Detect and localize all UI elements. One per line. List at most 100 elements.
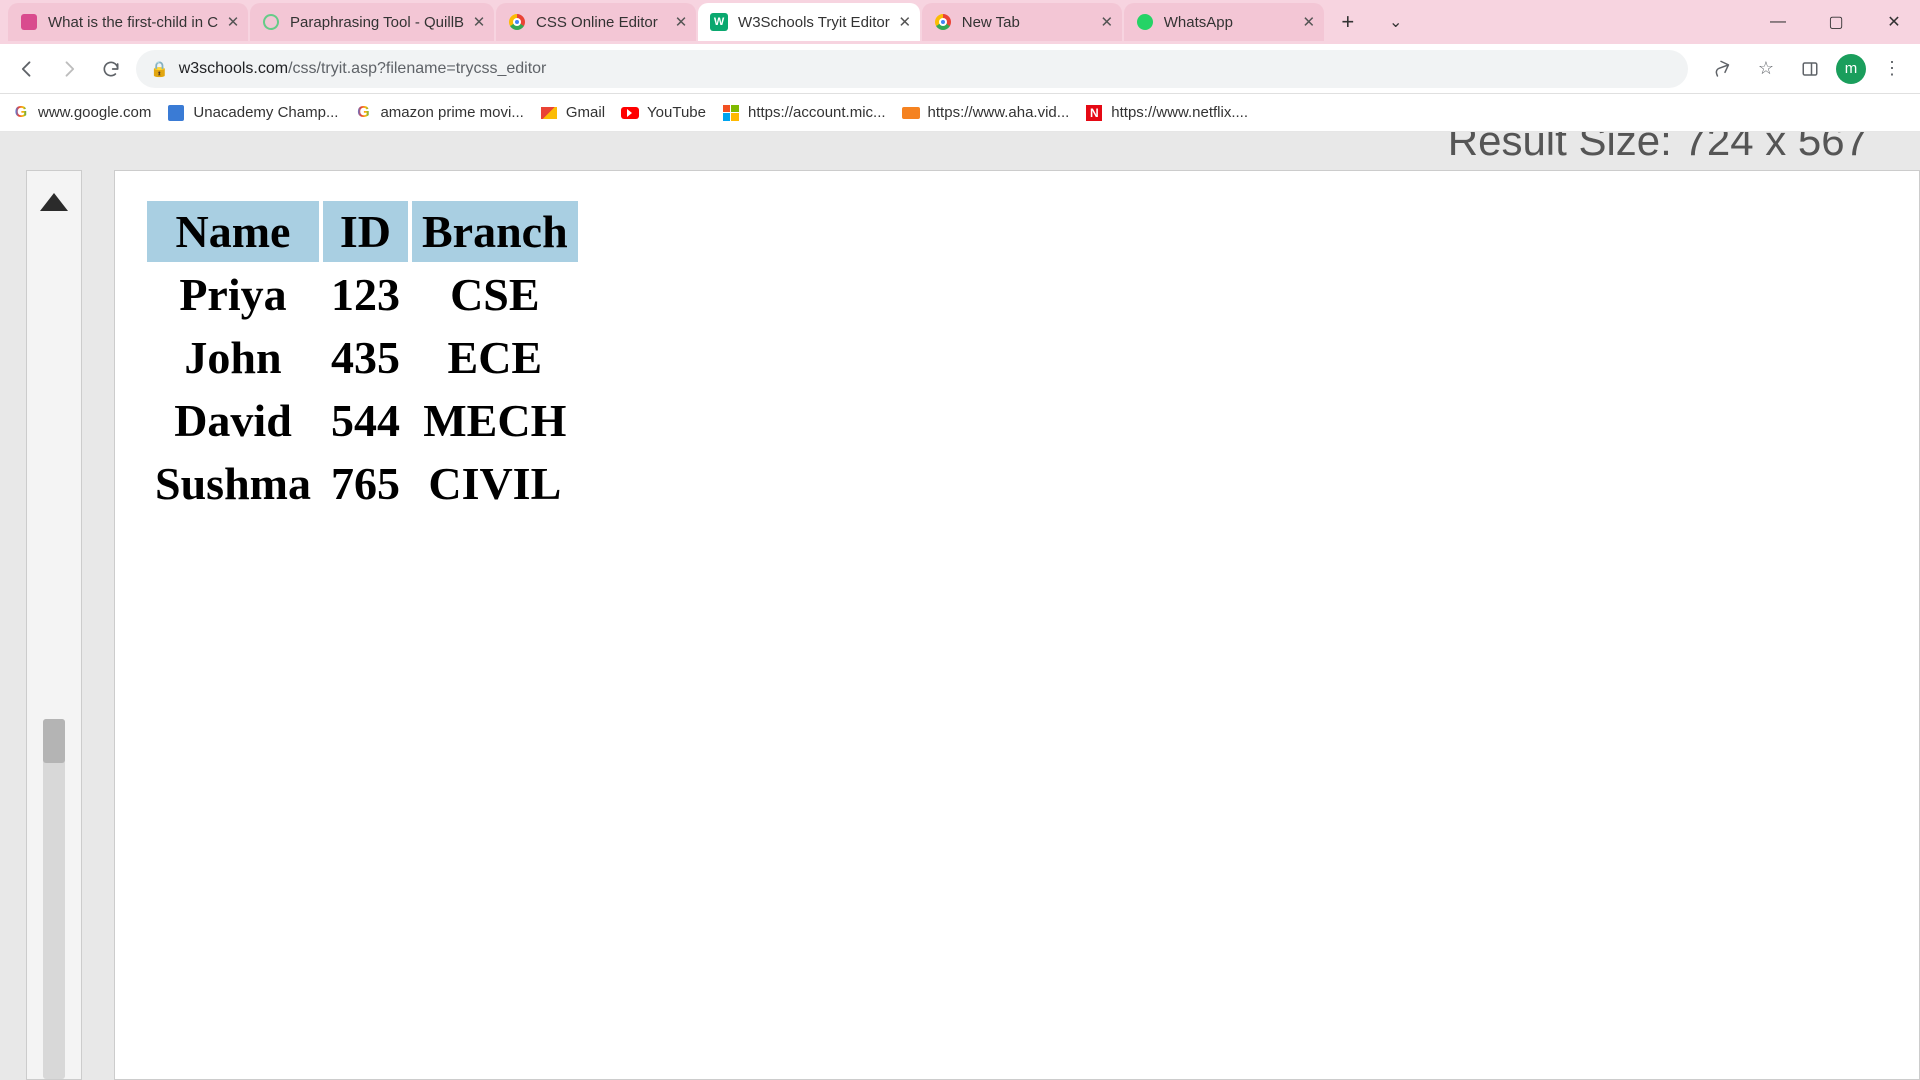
- bookmark-netflix[interactable]: Nhttps://www.netflix....: [1085, 104, 1248, 122]
- col-id: ID: [323, 201, 408, 262]
- bookmarks-bar: Gwww.google.com Unacademy Champ... Gamaz…: [0, 94, 1920, 132]
- arrow-right-icon: [59, 59, 79, 79]
- result-size-bar: Result Size: 724 x 567: [0, 132, 1920, 170]
- favicon-pink-icon: [20, 13, 38, 31]
- cell-branch: MECH: [412, 390, 578, 451]
- page-content: Result Size: 724 x 567 Name ID Branch Pr…: [0, 132, 1920, 1080]
- tab-label: CSS Online Editor: [536, 14, 666, 31]
- tab-whatsapp[interactable]: WhatsApp ✕: [1124, 3, 1324, 41]
- browser-toolbar: 🔒 w3schools.com/css/tryit.asp?filename=t…: [0, 44, 1920, 94]
- cell-name: John: [147, 327, 319, 388]
- side-panel-button[interactable]: [1792, 51, 1828, 87]
- tab-first-child[interactable]: What is the first-child in C ✕: [8, 3, 248, 41]
- arrow-left-icon: [17, 59, 37, 79]
- cell-id: 544: [323, 390, 408, 451]
- bookmark-label: https://account.mic...: [748, 104, 886, 121]
- cell-name: Priya: [147, 264, 319, 325]
- result-pane: Name ID Branch Priya 123 CSE John 435 EC…: [114, 170, 1920, 1080]
- bookmark-google[interactable]: Gwww.google.com: [12, 104, 151, 122]
- favicon-quill-icon: [262, 13, 280, 31]
- tab-w3schools[interactable]: W W3Schools Tryit Editor ✕: [698, 3, 920, 41]
- minimize-button[interactable]: —: [1758, 2, 1798, 42]
- favicon-whatsapp-icon: [1136, 13, 1154, 31]
- bookmark-label: https://www.aha.vid...: [928, 104, 1070, 121]
- close-icon[interactable]: ✕: [672, 13, 690, 31]
- table-row: Priya 123 CSE: [147, 264, 578, 325]
- cell-id: 765: [323, 453, 408, 514]
- url-host: w3schools.com: [179, 60, 288, 77]
- cell-id: 123: [323, 264, 408, 325]
- table-row: Sushma 765 CIVIL: [147, 453, 578, 514]
- bookmark-unacademy[interactable]: Unacademy Champ...: [167, 104, 338, 122]
- gmail-icon: [540, 104, 558, 122]
- close-icon[interactable]: ✕: [1098, 13, 1116, 31]
- col-branch: Branch: [412, 201, 578, 262]
- bookmark-gmail[interactable]: Gmail: [540, 104, 605, 122]
- reload-icon: [101, 59, 121, 79]
- url-path: /css/tryit.asp?filename=trycss_editor: [288, 60, 546, 77]
- bookmark-label: YouTube: [647, 104, 706, 121]
- netflix-icon: N: [1085, 104, 1103, 122]
- cell-branch: CSE: [412, 264, 578, 325]
- cell-branch: CIVIL: [412, 453, 578, 514]
- chrome-menu-button[interactable]: ⋮: [1874, 51, 1910, 87]
- tab-label: Paraphrasing Tool - QuillB: [290, 14, 464, 31]
- tab-label: What is the first-child in C: [48, 14, 218, 31]
- share-icon: [1712, 59, 1732, 79]
- profile-avatar[interactable]: m: [1836, 54, 1866, 84]
- lock-icon: 🔒: [150, 60, 169, 78]
- bookmark-label: www.google.com: [38, 104, 151, 121]
- bookmark-microsoft[interactable]: https://account.mic...: [722, 104, 886, 122]
- bookmark-amazon[interactable]: Gamazon prime movi...: [354, 104, 523, 122]
- bookmark-youtube[interactable]: YouTube: [621, 104, 706, 122]
- maximize-button[interactable]: ▢: [1816, 2, 1856, 42]
- google-icon: G: [12, 104, 30, 122]
- bookmark-aha[interactable]: https://www.aha.vid...: [902, 104, 1070, 122]
- window-controls: — ▢ ✕: [1758, 0, 1914, 44]
- tab-css-editor[interactable]: CSS Online Editor ✕: [496, 3, 696, 41]
- tab-quillbot[interactable]: Paraphrasing Tool - QuillB ✕: [250, 3, 494, 41]
- tab-new-tab[interactable]: New Tab ✕: [922, 3, 1122, 41]
- bookmark-label: Gmail: [566, 104, 605, 121]
- favicon-chrome-icon: [508, 13, 526, 31]
- tab-label: W3Schools Tryit Editor: [738, 14, 890, 31]
- collapse-up-button[interactable]: [40, 193, 68, 211]
- table-header-row: Name ID Branch: [147, 201, 578, 262]
- table-row: John 435 ECE: [147, 327, 578, 388]
- address-bar[interactable]: 🔒 w3schools.com/css/tryit.asp?filename=t…: [136, 50, 1688, 88]
- favicon-w3-icon: W: [710, 13, 728, 31]
- editor-wrap: Name ID Branch Priya 123 CSE John 435 EC…: [0, 170, 1920, 1080]
- tab-label: WhatsApp: [1164, 14, 1294, 31]
- share-button[interactable]: [1704, 51, 1740, 87]
- col-name: Name: [147, 201, 319, 262]
- gutter-scroll-thumb[interactable]: [43, 719, 65, 763]
- gutter-scroll-track[interactable]: [43, 719, 65, 1079]
- side-panel-icon: [1801, 60, 1819, 78]
- cell-branch: ECE: [412, 327, 578, 388]
- google-icon: G: [354, 104, 372, 122]
- microsoft-icon: [722, 104, 740, 122]
- close-icon[interactable]: ✕: [1300, 13, 1318, 31]
- bookmark-label: amazon prime movi...: [380, 104, 523, 121]
- close-icon[interactable]: ✕: [896, 13, 914, 31]
- browser-tab-bar: What is the first-child in C ✕ Paraphras…: [0, 0, 1920, 44]
- close-icon[interactable]: ✕: [470, 13, 488, 31]
- tab-search-dropdown[interactable]: ⌄: [1376, 2, 1416, 42]
- forward-button[interactable]: [52, 52, 86, 86]
- table-row: David 544 MECH: [147, 390, 578, 451]
- bookmark-button[interactable]: ☆: [1748, 51, 1784, 87]
- cell-name: Sushma: [147, 453, 319, 514]
- cell-name: David: [147, 390, 319, 451]
- reload-button[interactable]: [94, 52, 128, 86]
- tab-label: New Tab: [962, 14, 1092, 31]
- bookmark-label: Unacademy Champ...: [193, 104, 338, 121]
- bookmark-label: https://www.netflix....: [1111, 104, 1248, 121]
- new-tab-button[interactable]: +: [1332, 6, 1364, 38]
- window-close-button[interactable]: ✕: [1874, 2, 1914, 42]
- result-size-label: Result Size: 724 x 567: [1448, 132, 1868, 165]
- favicon-chrome-icon: [934, 13, 952, 31]
- cell-id: 435: [323, 327, 408, 388]
- unacademy-icon: [167, 104, 185, 122]
- back-button[interactable]: [10, 52, 44, 86]
- close-icon[interactable]: ✕: [224, 13, 242, 31]
